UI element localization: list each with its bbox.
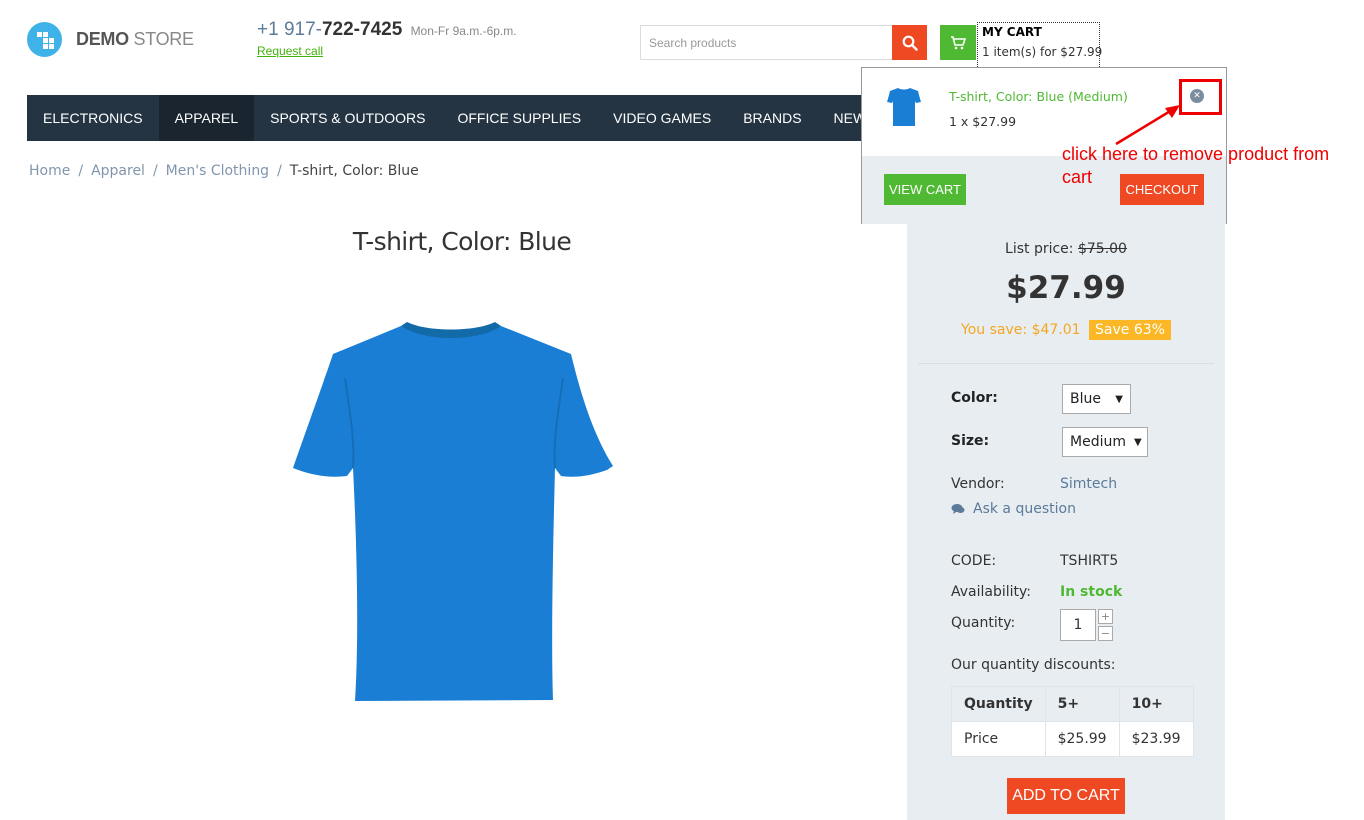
phone-number: 722-7425 xyxy=(321,19,403,40)
product-info-panel: List price: $75.00 $27.99 You save: $47.… xyxy=(907,224,1225,820)
phone-hours: Mon-Fr 9a.m.-6p.m. xyxy=(410,24,517,38)
chevron-down-icon: ▼ xyxy=(1115,393,1123,405)
list-price-label: List price: xyxy=(1005,241,1074,257)
quantity-increase-button[interactable]: + xyxy=(1098,609,1113,624)
logo-icon xyxy=(27,22,62,57)
cart-icon xyxy=(951,35,966,49)
request-call-link[interactable]: Request call xyxy=(257,44,517,58)
search-icon xyxy=(902,35,918,51)
cart-button[interactable] xyxy=(940,25,976,60)
table-cell: $25.99 xyxy=(1044,721,1120,757)
quantity-label: Quantity: xyxy=(951,615,1016,631)
chevron-down-icon: ▼ xyxy=(1133,436,1142,448)
divider xyxy=(918,363,1214,364)
breadcrumb-current: T-shirt, Color: Blue xyxy=(289,163,419,179)
breadcrumb-mens-clothing[interactable]: Men's Clothing xyxy=(166,163,269,179)
code-label: CODE: xyxy=(951,553,997,569)
nav-item-apparel[interactable]: APPAREL xyxy=(158,95,255,141)
main-nav: ELECTRONICS APPAREL SPORTS & OUTDOORS OF… xyxy=(27,95,893,141)
cart-item-qty: 1 x $27.99 xyxy=(949,114,1017,129)
size-select-value: Medium xyxy=(1070,434,1126,450)
list-price-value: $75.00 xyxy=(1077,241,1127,257)
logo-text: DEMO STORE xyxy=(76,29,194,50)
code-value: TSHIRT5 xyxy=(1060,553,1119,569)
cart-title: MY CART xyxy=(982,25,1042,39)
cart-item-thumbnail[interactable] xyxy=(887,87,921,127)
breadcrumb: Home / Apparel / Men's Clothing / T-shirt, Col… xyxy=(29,163,419,179)
color-select-value: Blue xyxy=(1070,391,1101,407)
table-cell: Price xyxy=(951,721,1046,757)
logo-brand-light: STORE xyxy=(133,29,194,49)
quantity-discounts-label: Our quantity discounts: xyxy=(951,657,1116,673)
search-bar xyxy=(640,25,927,60)
color-select[interactable]: Blue ▼ xyxy=(1062,384,1131,414)
color-label: Color: xyxy=(951,390,998,406)
search-button[interactable] xyxy=(892,25,927,60)
nav-item-sports-outdoors[interactable]: SPORTS & OUTDOORS xyxy=(254,95,441,141)
annotation-text: click here to remove product from cart xyxy=(1062,144,1330,187)
size-label: Size: xyxy=(951,433,990,449)
nav-item-electronics[interactable]: ELECTRONICS xyxy=(27,95,159,141)
table-row: Quantity 5+ 10+ xyxy=(951,686,1194,722)
table-header-cell: 10+ xyxy=(1118,686,1194,722)
list-price: List price: $75.00 xyxy=(907,241,1225,257)
vendor-link[interactable]: Simtech xyxy=(1060,476,1117,492)
table-row: Price $25.99 $23.99 xyxy=(951,721,1194,757)
nav-item-video-games[interactable]: VIDEO GAMES xyxy=(597,95,727,141)
add-to-cart-button[interactable]: ADD TO CART xyxy=(1007,778,1125,814)
search-input[interactable] xyxy=(640,25,892,60)
size-select[interactable]: Medium ▼ xyxy=(1062,427,1148,457)
nav-item-brands[interactable]: BRANDS xyxy=(727,95,817,141)
cart-summary[interactable]: MY CART 1 item(s) for $27.99 xyxy=(977,22,1103,69)
logo-brand-bold: DEMO xyxy=(76,29,129,49)
phone-prefix: +1 917- xyxy=(257,19,322,40)
quantity-input[interactable]: 1 xyxy=(1060,609,1096,641)
you-save-text: You save: $47.01 xyxy=(961,322,1081,338)
cart-item-name[interactable]: T-shirt, Color: Blue (Medium) xyxy=(949,89,1128,104)
ask-question-text: Ask a question xyxy=(973,501,1076,517)
cart-count: 1 item(s) for $27.99 xyxy=(982,45,1103,59)
breadcrumb-home[interactable]: Home xyxy=(29,163,70,179)
nav-item-office-supplies[interactable]: OFFICE SUPPLIES xyxy=(441,95,597,141)
store-logo[interactable]: DEMO STORE xyxy=(27,22,194,57)
table-header-cell: 5+ xyxy=(1044,686,1120,722)
table-header-cell: Quantity xyxy=(951,686,1046,722)
phone-block: +1 917-722-7425 Mon-Fr 9a.m.-6p.m. Reque… xyxy=(257,19,517,58)
availability-value: In stock xyxy=(1060,584,1123,600)
product-image[interactable] xyxy=(289,318,615,704)
you-save: You save: $47.01 Save 63% xyxy=(907,320,1225,340)
ask-question-link[interactable]: Ask a question xyxy=(951,501,1076,517)
phone-line: +1 917-722-7425 Mon-Fr 9a.m.-6p.m. xyxy=(257,19,517,41)
breadcrumb-apparel[interactable]: Apparel xyxy=(91,163,145,179)
product-price: $27.99 xyxy=(1006,270,1126,306)
product-title: T-shirt, Color: Blue xyxy=(352,227,572,256)
table-cell: $23.99 xyxy=(1118,721,1194,757)
availability-label: Availability: xyxy=(951,584,1032,600)
view-cart-button[interactable]: VIEW CART xyxy=(884,174,966,205)
save-badge: Save 63% xyxy=(1089,320,1171,340)
quantity-decrease-button[interactable]: − xyxy=(1098,626,1113,641)
chat-bubble-icon xyxy=(951,504,965,514)
vendor-label: Vendor: xyxy=(951,476,1005,492)
quantity-discounts-table: Quantity 5+ 10+ Price $25.99 $23.99 xyxy=(951,686,1194,757)
